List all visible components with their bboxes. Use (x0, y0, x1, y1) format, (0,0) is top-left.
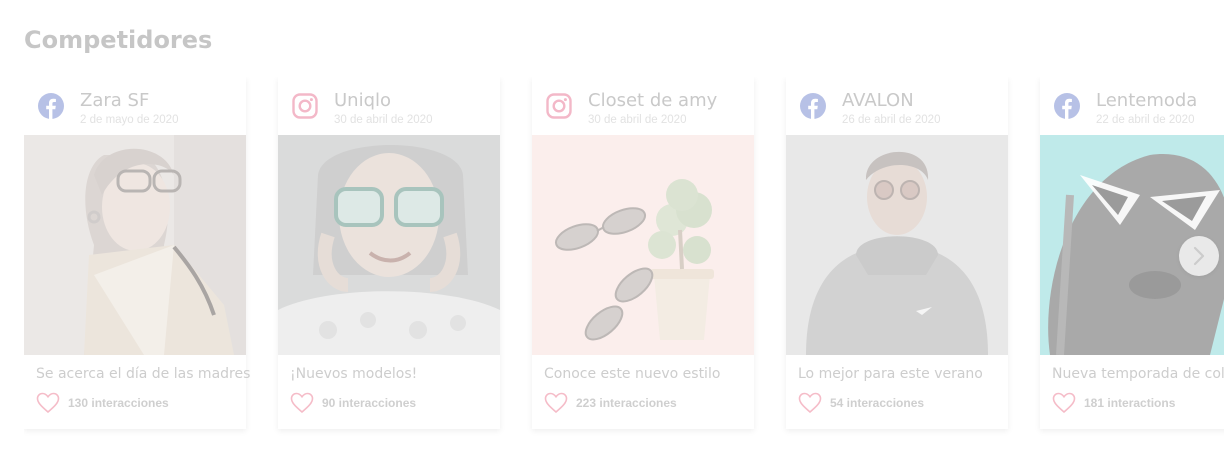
facebook-icon (1054, 93, 1080, 119)
interactions-count: 90 interacciones (322, 396, 417, 410)
brand-name[interactable]: Zara SF (80, 90, 149, 111)
interactions: 223 interacciones (544, 390, 677, 416)
post-date: 26 de abril de 2020 (842, 114, 941, 126)
post-header: Uniqlo 30 de abril de 2020 (278, 77, 500, 135)
interactions-count: 54 interacciones (830, 396, 925, 410)
interactions: 181 interactions (1052, 390, 1175, 416)
post-caption: Nueva temporada de colores (1052, 366, 1224, 382)
post-date: 2 de mayo de 2020 (80, 114, 179, 126)
interactions: 90 interacciones (290, 390, 416, 416)
brand-name[interactable]: Lentemoda (1096, 90, 1197, 111)
heart-icon[interactable] (798, 392, 822, 414)
competitor-posts-carousel: Zara SF 2 de mayo de 2020 Se acerca el d… (24, 77, 1224, 437)
post-image[interactable] (786, 135, 1008, 355)
heart-icon[interactable] (36, 392, 60, 414)
brand-name[interactable]: AVALON (842, 90, 914, 111)
facebook-icon (800, 93, 826, 119)
heart-icon[interactable] (1052, 392, 1076, 414)
post-image[interactable] (532, 135, 754, 355)
interactions-count: 223 interacciones (576, 396, 677, 410)
carousel-next-button[interactable] (1179, 236, 1219, 276)
post-caption: Se acerca el día de las madres (36, 366, 251, 382)
post-header: Zara SF 2 de mayo de 2020 (24, 77, 246, 135)
heart-icon[interactable] (290, 392, 314, 414)
post-date: 30 de abril de 2020 (588, 114, 687, 126)
post-header: Lentemoda 22 de abril de 2020 (1040, 77, 1224, 135)
brand-name[interactable]: Closet de amy (588, 90, 717, 111)
post-caption: ¡Nuevos modelos! (290, 366, 418, 382)
post-card[interactable]: AVALON 26 de abril de 2020 Lo mejor para… (786, 77, 1008, 429)
instagram-icon (292, 93, 318, 119)
facebook-icon (38, 93, 64, 119)
section-title: Competidores (24, 26, 213, 54)
instagram-icon (546, 93, 572, 119)
post-image[interactable] (24, 135, 246, 355)
interactions: 130 interacciones (36, 390, 169, 416)
interactions-count: 130 interacciones (68, 396, 169, 410)
interactions-count: 181 interactions (1084, 396, 1176, 410)
brand-name[interactable]: Uniqlo (334, 90, 391, 111)
post-caption: Conoce este nuevo estilo (544, 366, 721, 382)
post-image[interactable] (278, 135, 500, 355)
post-caption: Lo mejor para este verano (798, 366, 983, 382)
post-card[interactable]: Zara SF 2 de mayo de 2020 Se acerca el d… (24, 77, 250, 429)
post-date: 30 de abril de 2020 (334, 114, 433, 126)
interactions: 54 interacciones (798, 390, 924, 416)
chevron-right-icon (1193, 246, 1205, 266)
post-card[interactable]: Uniqlo 30 de abril de 2020 ¡Nuevos model… (278, 77, 500, 429)
post-header: Closet de amy 30 de abril de 2020 (532, 77, 754, 135)
heart-icon[interactable] (544, 392, 568, 414)
post-header: AVALON 26 de abril de 2020 (786, 77, 1008, 135)
post-card[interactable]: Closet de amy 30 de abril de 2020 Conoce… (532, 77, 754, 429)
post-date: 22 de abril de 2020 (1096, 114, 1195, 126)
